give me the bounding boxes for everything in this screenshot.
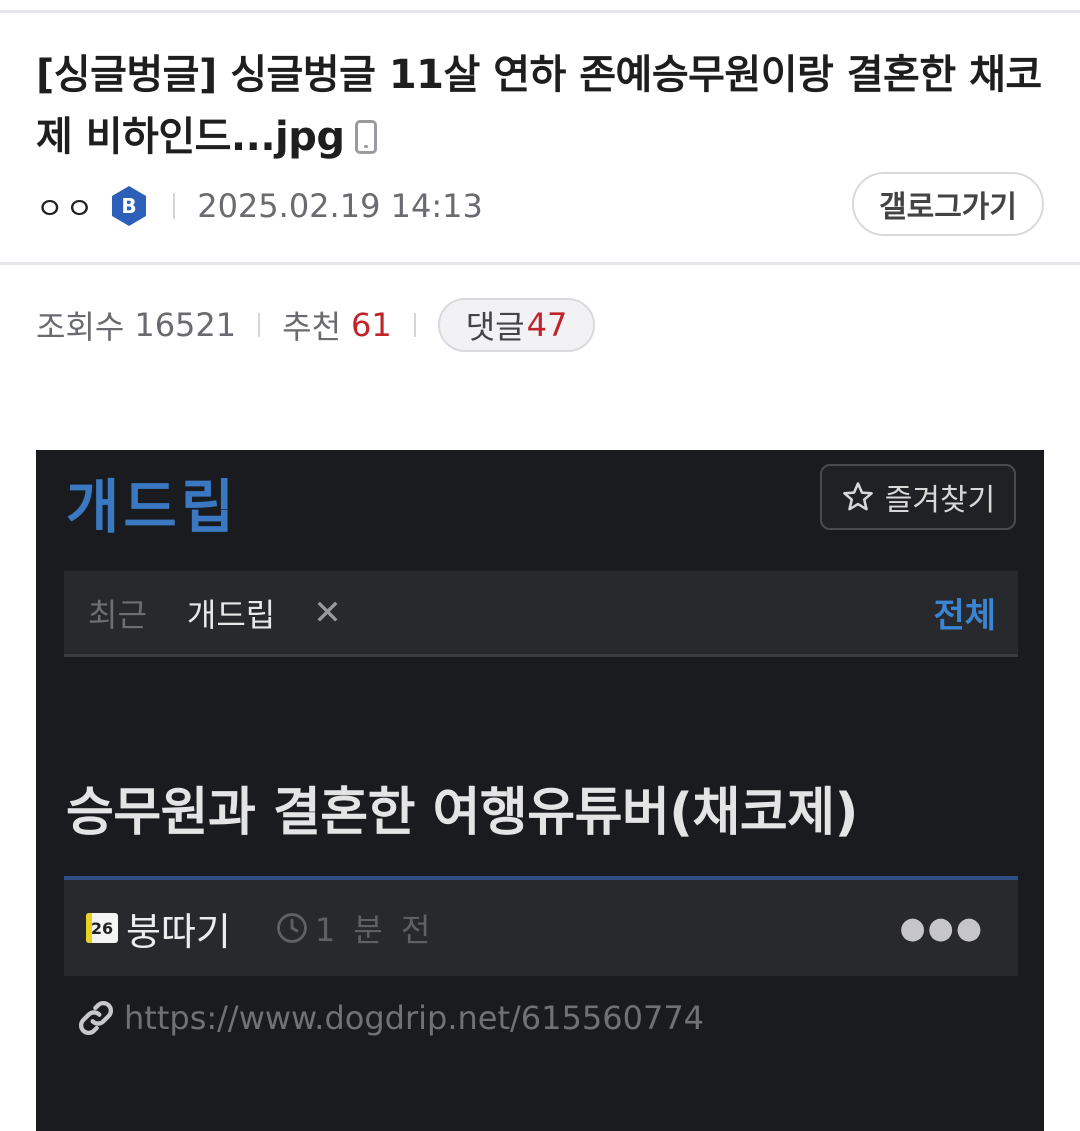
close-icon: ✕: [313, 592, 342, 633]
author-name[interactable]: ㅇㅇ: [36, 184, 95, 228]
post-title-text: [싱글벙글] 싱글벙글 11살 연하 존예승무원이랑 결혼한 채코제 비하인드.…: [36, 52, 1042, 160]
stats-separator: [258, 313, 261, 337]
embedded-url-text: https://www.dogdrip.net/615560774: [124, 999, 705, 1037]
post-stats: 조회수 16521 추천 61 댓글 47: [36, 298, 596, 352]
recommend-count: 61: [351, 306, 392, 344]
link-icon: [76, 998, 116, 1038]
top-divider: [0, 10, 1080, 13]
recommend-label: 추천: [282, 308, 342, 346]
post-title: [싱글벙글] 싱글벙글 11살 연하 존예승무원이랑 결혼한 채코제 비하인드.…: [36, 44, 1046, 168]
gallog-button[interactable]: 갤로그가기: [852, 172, 1044, 236]
grade-badge-icon: B: [109, 184, 149, 228]
favorite-label: 즐겨찾기: [884, 483, 996, 518]
meta-separator: [173, 193, 176, 219]
comments-count: 47: [526, 306, 568, 344]
embedded-time-text: 1 분 전: [314, 911, 435, 949]
embedded-url: https://www.dogdrip.net/615560774: [76, 998, 704, 1038]
stats-separator: [413, 313, 416, 337]
post-meta: ㅇㅇ B 2025.02.19 14:13: [36, 180, 483, 232]
comments-button[interactable]: 댓글 47: [437, 298, 596, 352]
embedded-time: 1 분 전: [275, 905, 435, 951]
section-divider: [0, 262, 1080, 265]
views-label: 조회수: [36, 308, 125, 346]
recent-bar: 최근 개드립 ✕ 전체: [64, 571, 1018, 657]
dogdrip-logo: 개드립: [66, 473, 239, 541]
embedded-screenshot: 개드립 즐겨찾기 최근 개드립 ✕ 전체 승무원과 결혼한 여행유튜버(채코제)…: [36, 450, 1044, 1131]
level-badge-icon: 26: [86, 913, 118, 943]
clock-icon: [275, 911, 309, 945]
more-icon: ●●●: [899, 910, 984, 946]
views-count: 16521: [134, 306, 237, 344]
embedded-nickname: 붕따기: [126, 909, 231, 954]
favorite-button: 즐겨찾기: [820, 464, 1016, 530]
recent-all-link: 전체: [933, 596, 996, 636]
recent-label: 최근: [88, 595, 147, 634]
star-icon: [841, 480, 875, 514]
phone-icon: [354, 120, 377, 154]
comments-label: 댓글: [465, 308, 525, 346]
badge-letter: B: [122, 194, 137, 218]
embedded-post-title: 승무원과 결혼한 여행유튜버(채코제): [66, 783, 858, 843]
recent-item: 개드립: [186, 595, 276, 634]
embedded-post-meta: 26 붕따기 1 분 전 ●●●: [64, 876, 1018, 976]
post-date: 2025.02.19 14:13: [197, 187, 483, 225]
